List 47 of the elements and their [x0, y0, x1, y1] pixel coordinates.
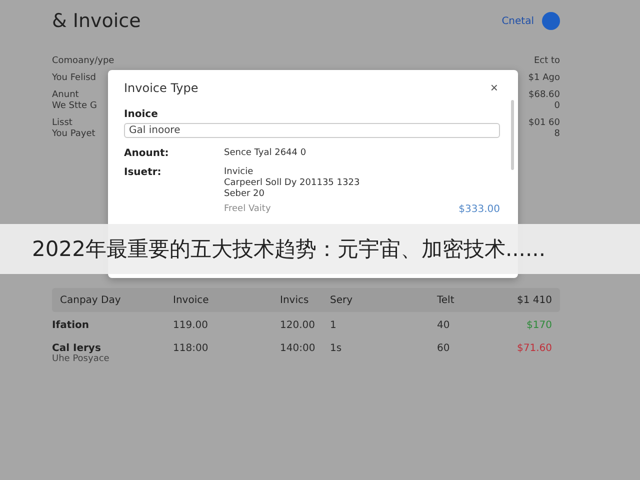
column-header: Canpay Day	[59, 294, 122, 306]
summary-sublabel: You Payet	[52, 129, 96, 140]
row-subtitle: Uhe Posyace	[52, 354, 110, 364]
detail-value: Invicie	[224, 167, 254, 178]
scrollbar-thumb[interactable]	[511, 100, 514, 170]
banner-caption: 2022年最重要的五大技术趋势：元宇宙、加密技术......	[32, 236, 546, 263]
summary-value: Ect to	[534, 56, 560, 67]
table-cell-text: 120.00	[280, 320, 316, 331]
summary-label: Lisst	[52, 118, 72, 129]
column-header: Telt	[437, 294, 456, 306]
invoice-input-field[interactable]: Gal inoore	[124, 123, 500, 138]
faded-amount: $333.00	[458, 204, 500, 215]
faded-label: Freel Vaity	[224, 204, 271, 215]
detail-label: Isuetr:	[124, 167, 162, 180]
detail-value: Carpeerl Soll Dy 201135 1323	[224, 178, 361, 189]
close-button[interactable]: ×	[486, 80, 502, 95]
column-header: Invoice	[173, 294, 210, 306]
row-name: Cal Ierys	[52, 343, 102, 354]
summary-label: Comoany/ype	[52, 56, 114, 67]
detail-value: Sence Tyal 2644 0	[224, 148, 308, 159]
table-cell-text: 140:00	[280, 343, 316, 354]
summary-value: $1 Ago	[528, 73, 560, 84]
field-label: Inoice	[124, 109, 159, 120]
summary-value: $68.60	[528, 90, 560, 101]
summary-value: $01 60	[528, 118, 560, 129]
summary-label: Anunt	[52, 90, 79, 101]
table-cell-text: 60	[437, 343, 451, 354]
table-cell-text: 119.00	[173, 320, 209, 331]
detail-value: Seber 20	[224, 189, 266, 200]
summary-subvalue: 0	[554, 101, 560, 112]
table-cell-text: 118:00	[173, 343, 210, 354]
table-cell-text: 1	[330, 320, 338, 331]
summary-label: You Felisd	[52, 73, 96, 84]
dialog-title: Invoice Type	[124, 80, 198, 94]
column-header: Invics	[280, 294, 310, 306]
avatar-icon[interactable]	[542, 12, 560, 30]
amount-cell: $71.60	[517, 343, 552, 354]
column-header: Sery	[330, 294, 354, 306]
table-cell-text: 40	[437, 320, 451, 331]
summary-sublabel: We Stte G	[52, 101, 97, 112]
summary-subvalue: 8	[554, 129, 560, 140]
row-name: Ifation	[52, 320, 90, 331]
amount-cell: $170	[526, 320, 552, 331]
detail-label: Anount:	[124, 148, 170, 159]
page-title: & Invoice	[52, 10, 141, 32]
table-cell-text: 1s	[330, 343, 343, 354]
column-header: $1 410	[517, 294, 552, 306]
